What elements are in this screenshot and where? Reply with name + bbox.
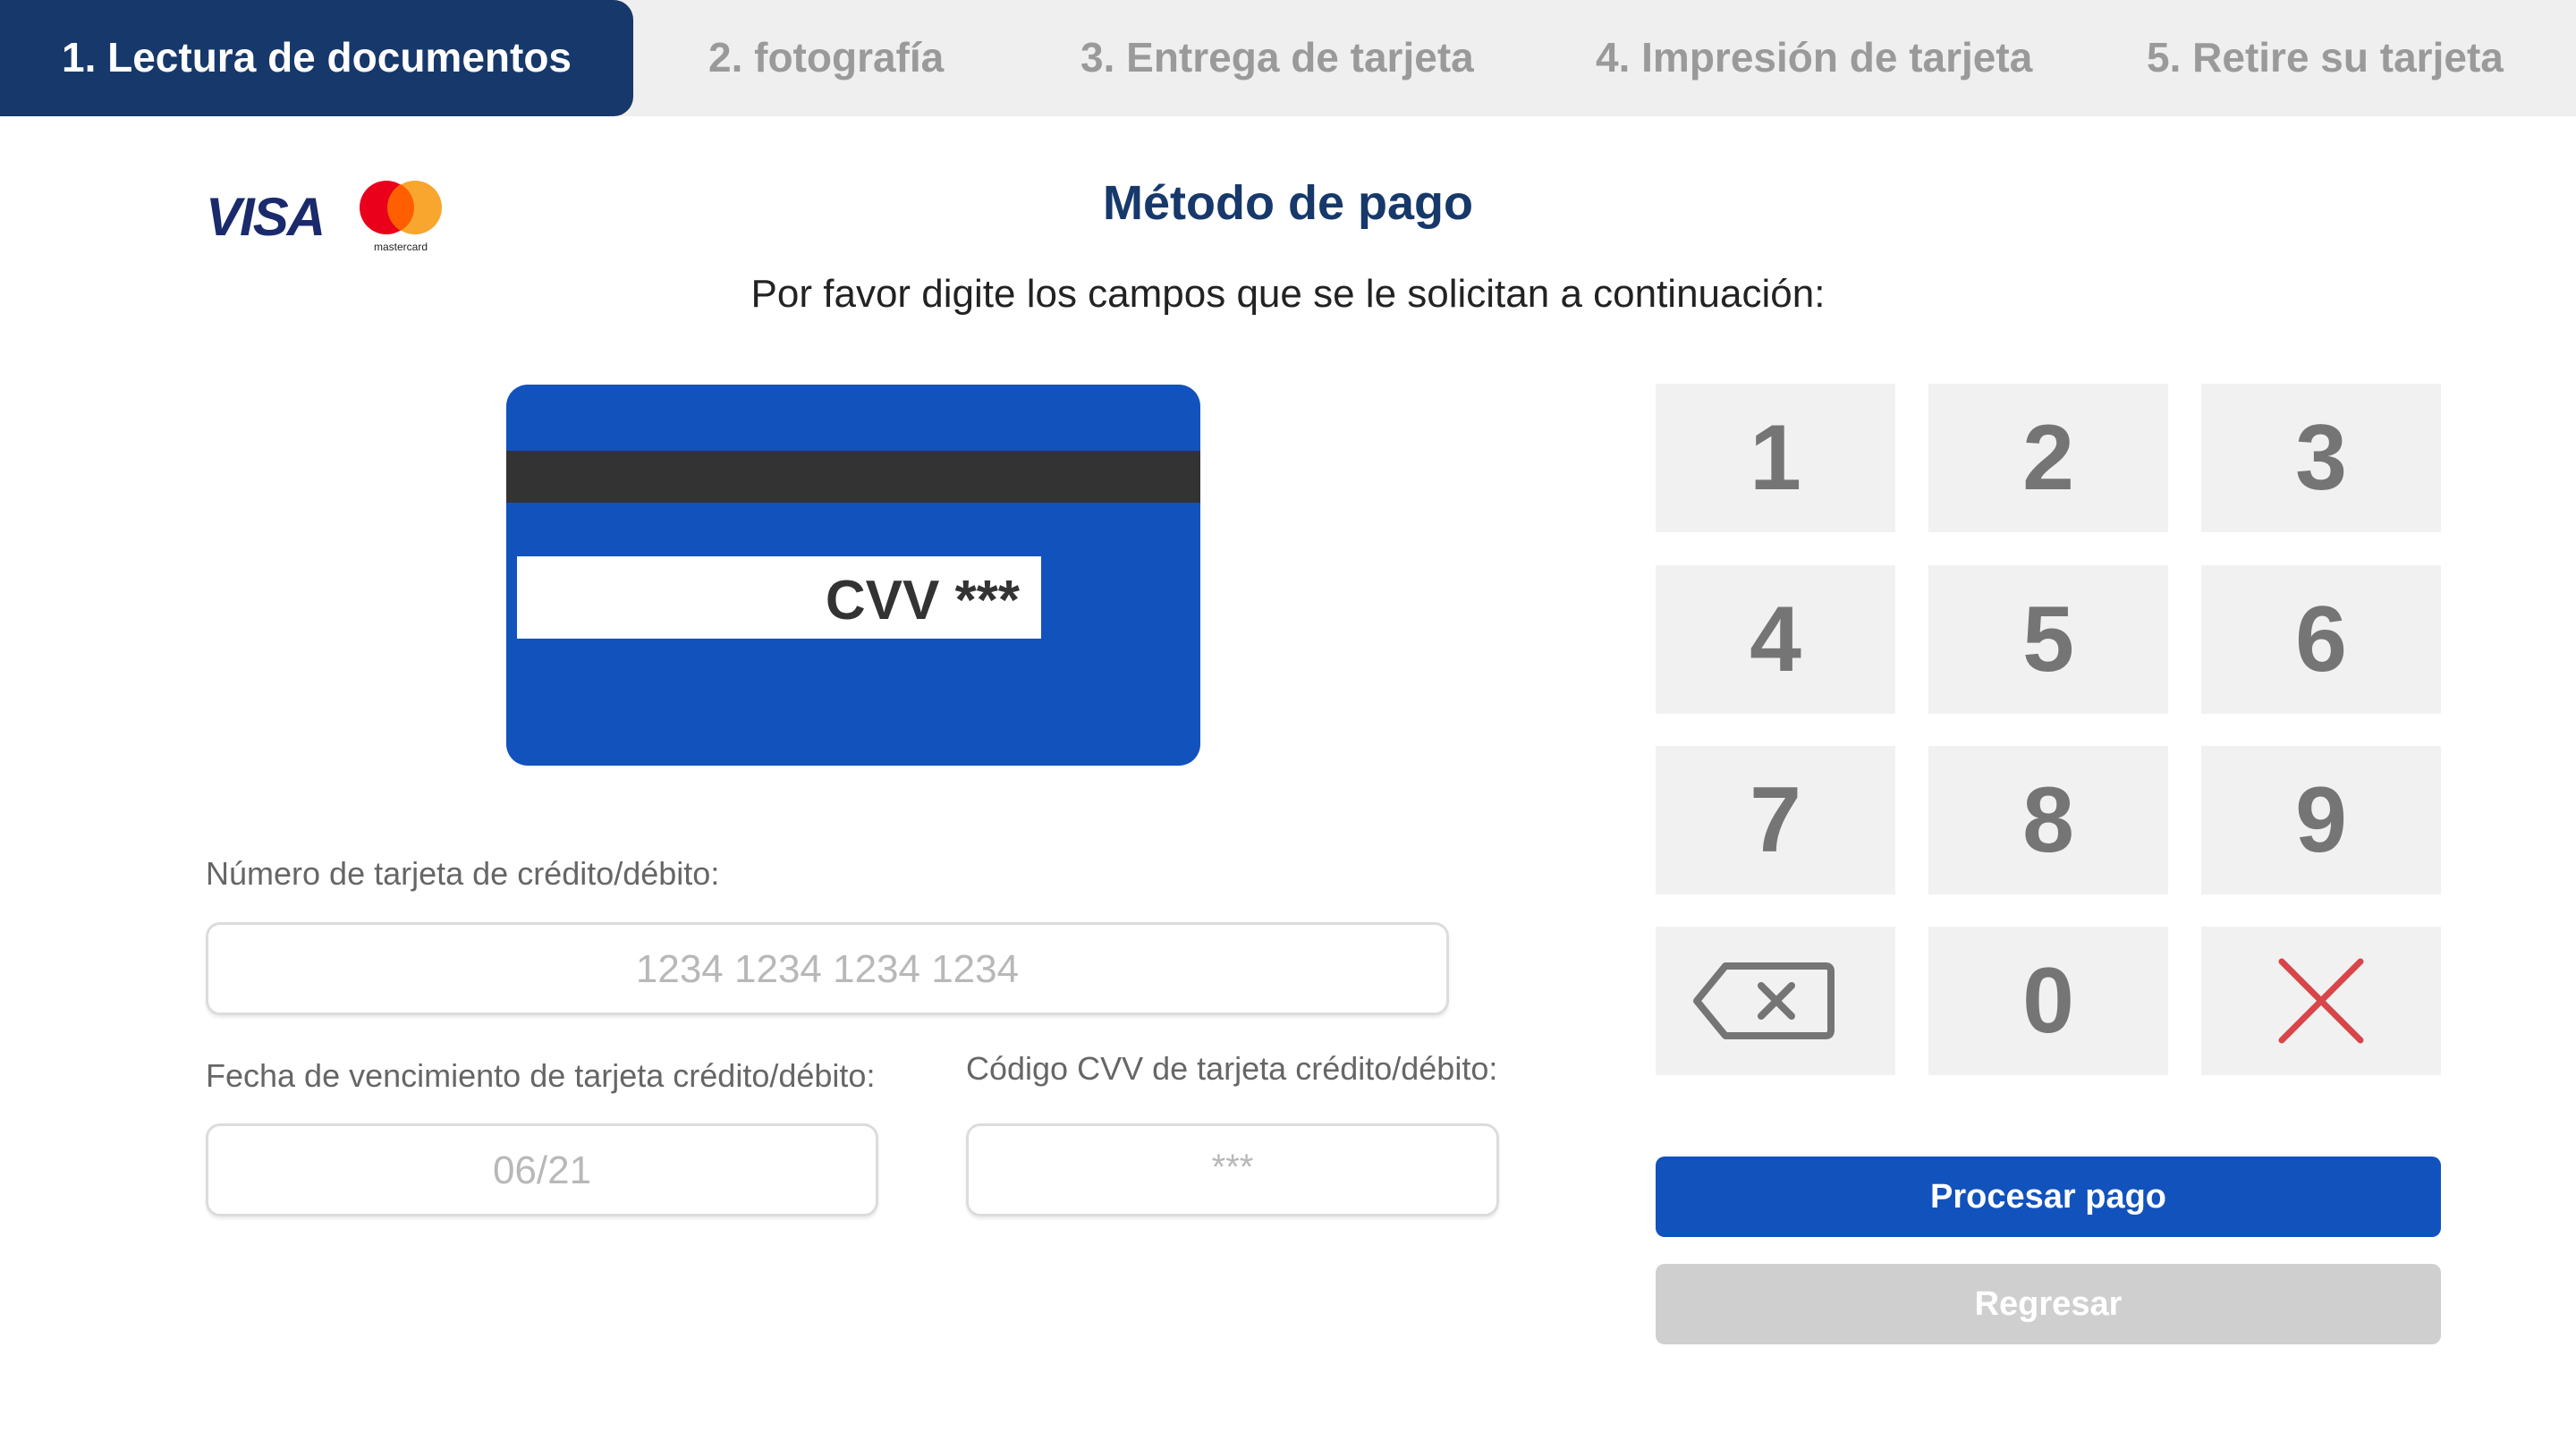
tab-step-4[interactable]: 4. Impresión de tarjeta — [1596, 0, 2032, 116]
key-9[interactable]: 9 — [2201, 746, 2441, 894]
tab-step-2[interactable]: 2. fotografía — [708, 0, 944, 116]
backspace-key[interactable] — [1656, 927, 1895, 1075]
mastercard-wordmark: mastercard — [374, 241, 428, 253]
page-title: Método de pago — [1103, 176, 1473, 230]
key-3[interactable]: 3 — [2201, 384, 2441, 532]
key-2[interactable]: 2 — [1928, 384, 2168, 532]
process-payment-button[interactable]: Procesar pago — [1656, 1157, 2441, 1237]
key-8[interactable]: 8 — [1928, 746, 2168, 894]
backspace-icon — [1693, 962, 1835, 1039]
key-1[interactable]: 1 — [1656, 384, 1895, 532]
card-back-illustration: CVV *** — [506, 385, 1200, 766]
key-5[interactable]: 5 — [1928, 565, 2168, 714]
clear-key[interactable] — [2201, 927, 2441, 1075]
expiry-field[interactable]: 06/21 — [206, 1123, 878, 1216]
card-number-label: Número de tarjeta de crédito/débito: — [206, 855, 720, 892]
step-tabs: 1. Lectura de documentos 2. fotografía 3… — [0, 0, 2576, 116]
expiry-label: Fecha de vencimiento de tarjeta crédito/… — [206, 1057, 876, 1094]
tab-step-3[interactable]: 3. Entrega de tarjeta — [1080, 0, 1474, 116]
key-7[interactable]: 7 — [1656, 746, 1895, 894]
tab-step-1[interactable]: 1. Lectura de documentos — [0, 0, 633, 116]
key-4[interactable]: 4 — [1656, 565, 1895, 714]
key-6[interactable]: 6 — [2201, 565, 2441, 714]
cvv-field[interactable]: *** — [966, 1123, 1499, 1216]
back-button[interactable]: Regresar — [1656, 1264, 2441, 1344]
card-number-field[interactable]: 1234 1234 1234 1234 — [206, 922, 1449, 1015]
close-icon — [2278, 958, 2364, 1044]
magnetic-stripe — [506, 451, 1200, 503]
cvv-signature-panel: CVV *** — [517, 556, 1041, 639]
key-0[interactable]: 0 — [1928, 927, 2168, 1075]
page-subtitle: Por favor digite los campos que se le so… — [750, 272, 1826, 316]
tab-step-5[interactable]: 5. Retire su tarjeta — [2147, 0, 2504, 116]
cvv-label: Código CVV de tarjeta crédito/débito: — [966, 1050, 1498, 1087]
